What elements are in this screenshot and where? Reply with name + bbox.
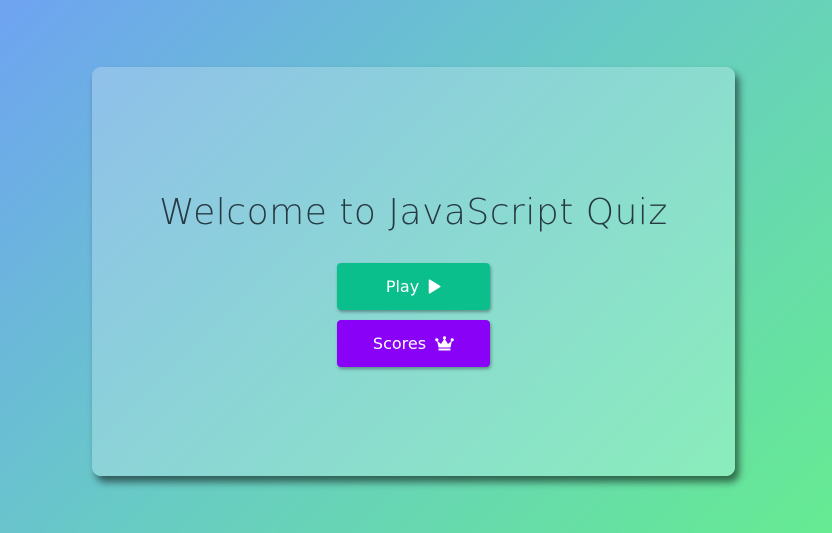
scores-button-label: Scores <box>372 334 427 353</box>
welcome-card: Welcome to JavaScript Quiz Play Scores <box>92 67 735 476</box>
play-button[interactable]: Play <box>337 263 490 310</box>
play-icon <box>428 278 441 296</box>
play-button-label: Play <box>385 277 420 296</box>
crown-icon <box>435 335 454 353</box>
scores-button[interactable]: Scores <box>337 320 490 367</box>
page-title: Welcome to JavaScript Quiz <box>159 192 668 233</box>
